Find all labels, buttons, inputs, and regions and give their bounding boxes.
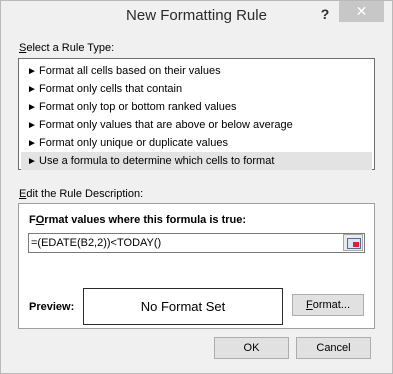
formula-label-pre: F	[29, 214, 36, 226]
rule-type-item[interactable]: ► Format only cells that contain	[21, 80, 372, 98]
arrow-icon: ►	[27, 138, 37, 149]
rule-type-label-text: elect a Rule Type:	[26, 42, 115, 54]
arrow-icon: ►	[27, 156, 37, 167]
arrow-icon: ►	[27, 120, 37, 131]
arrow-icon: ►	[27, 66, 37, 77]
rule-type-item-label: Format only cells that contain	[39, 83, 183, 95]
format-button[interactable]: Format...	[292, 294, 364, 316]
rule-type-item-label: Use a formula to determine which cells t…	[39, 155, 275, 167]
rule-type-item[interactable]: ► Format all cells based on their values	[21, 62, 372, 80]
preview-label: Preview:	[29, 301, 75, 313]
rule-type-item-label: Format only values that are above or bel…	[39, 119, 293, 131]
close-icon[interactable]: ✕	[339, 1, 384, 22]
formula-label-text: rmat values where this formula is true:	[44, 214, 247, 226]
preview-box: No Format Set	[83, 288, 283, 325]
format-button-mnemonic: F	[305, 299, 313, 311]
ok-button[interactable]: OK	[214, 337, 289, 359]
rule-description-panel: FOrmat values where this formula is true…	[18, 203, 375, 329]
range-selector-arrow-icon	[353, 242, 359, 247]
title-bar: New Formatting Rule ? ✕	[1, 1, 392, 31]
rule-type-item[interactable]: ► Format only unique or duplicate values	[21, 134, 372, 152]
rule-type-item-selected[interactable]: ► Use a formula to determine which cells …	[21, 152, 372, 170]
cancel-button[interactable]: Cancel	[296, 337, 371, 359]
edit-description-text: dit the Rule Description:	[26, 188, 144, 200]
rule-type-item-label: Format all cells based on their values	[39, 65, 221, 77]
rule-type-item[interactable]: ► Format only values that are above or be…	[21, 116, 372, 134]
formula-label: FOrmat values where this formula is true…	[29, 214, 246, 226]
edit-description-label: Edit the Rule Description:	[19, 188, 143, 200]
collapse-dialog-button[interactable]	[343, 234, 363, 251]
arrow-icon: ►	[27, 102, 37, 113]
new-formatting-rule-dialog: New Formatting Rule ? ✕ Select a Rule Ty…	[0, 0, 393, 374]
rule-type-label: Select a Rule Type:	[19, 42, 114, 54]
format-button-label: ormat...	[312, 299, 351, 311]
rule-type-item-label: Format only unique or duplicate values	[39, 137, 228, 149]
formula-input[interactable]: =(EDATE(B2,2))<TODAY()	[28, 233, 365, 253]
arrow-icon: ►	[27, 84, 37, 95]
formula-label-mnemonic: O	[35, 214, 45, 226]
rule-type-list[interactable]: ► Format all cells based on their values …	[18, 58, 375, 170]
rule-type-item[interactable]: ► Format only top or bottom ranked values	[21, 98, 372, 116]
help-icon[interactable]: ?	[314, 4, 336, 24]
rule-type-item-label: Format only top or bottom ranked values	[39, 101, 237, 113]
